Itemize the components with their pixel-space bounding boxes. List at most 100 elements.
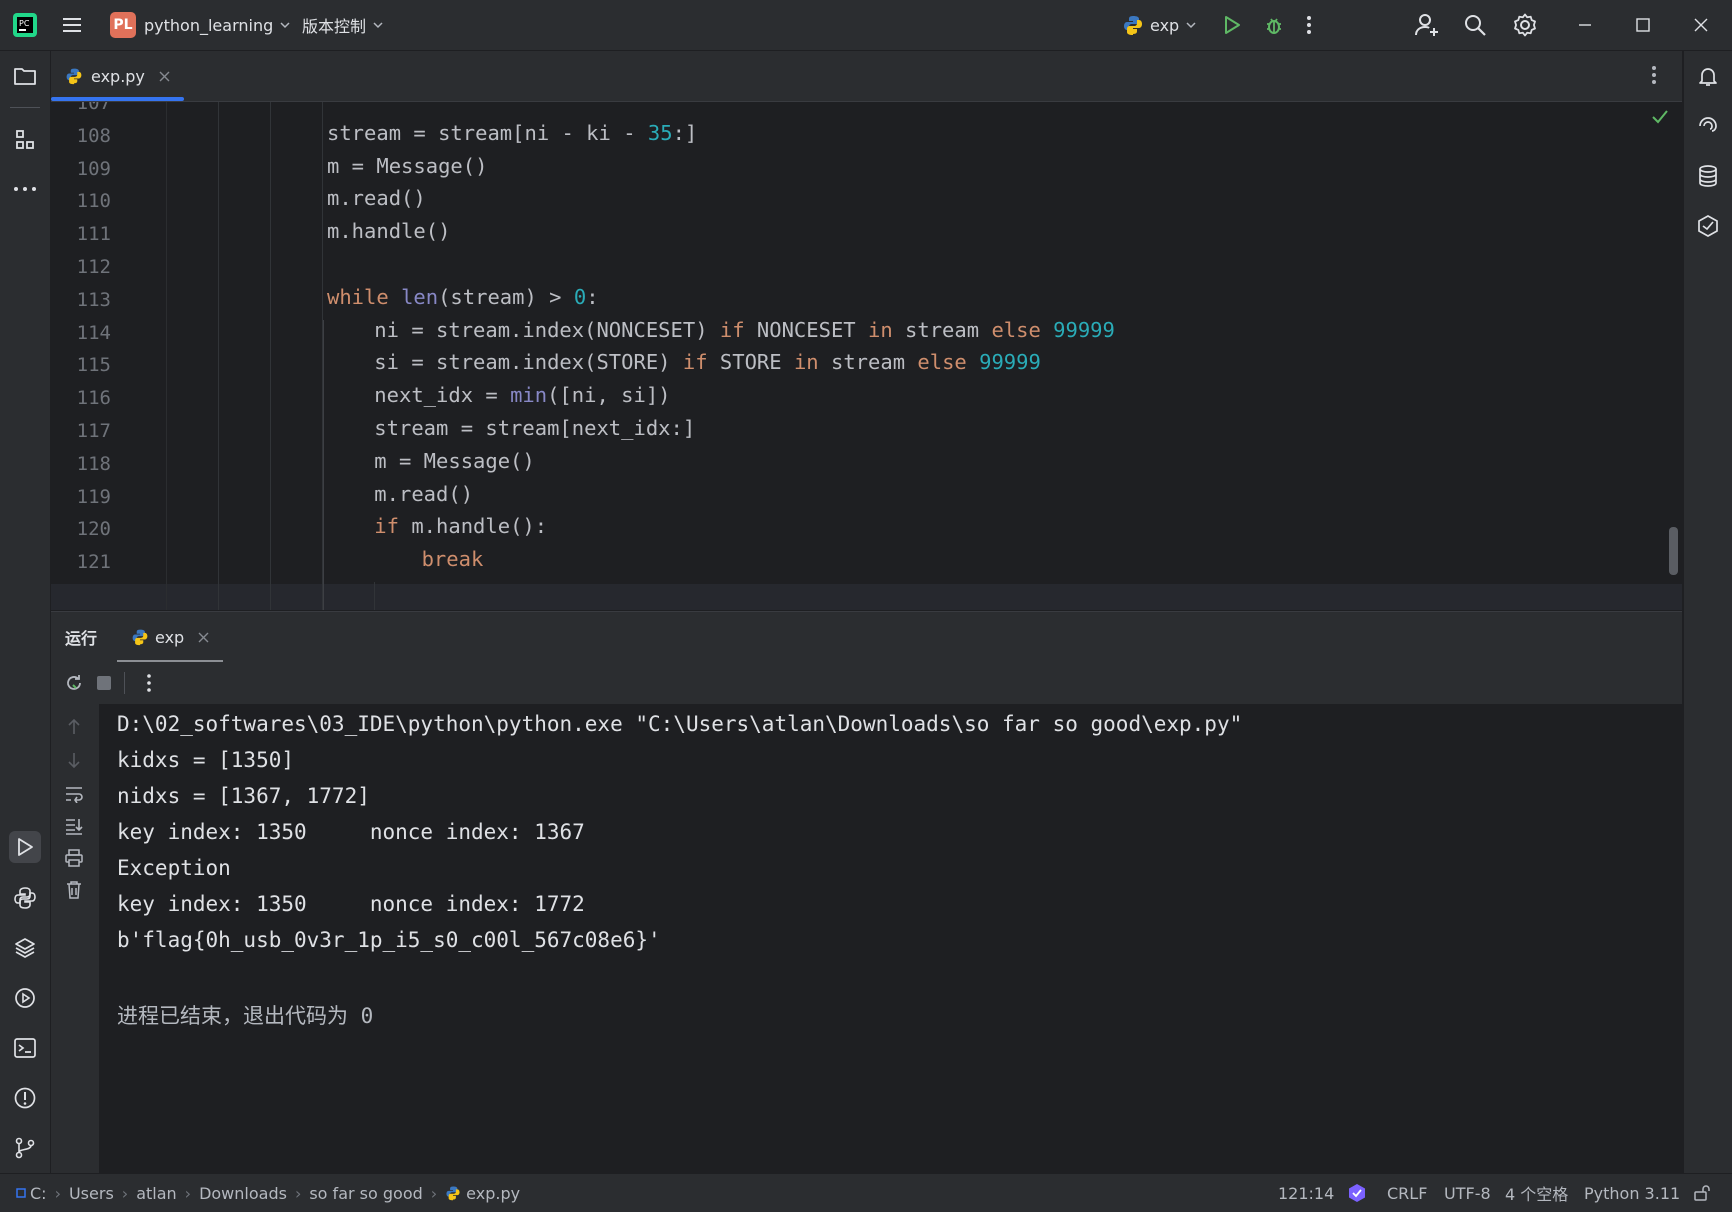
code-line: stream = stream[ni - ki - 35:] [327, 120, 698, 145]
chevron-right-icon: › [54, 1183, 61, 1203]
layers-icon[interactable] [9, 932, 41, 964]
cursor-position[interactable]: 121:14 [1278, 1174, 1334, 1212]
line-number: 117 [76, 420, 111, 442]
right-tool-strip [1683, 51, 1732, 1173]
run-panel-title: 运行 [65, 629, 98, 648]
close-icon[interactable] [1694, 0, 1708, 50]
run-config-name: exp [1150, 15, 1180, 35]
active-tab-indicator [51, 97, 184, 101]
breadcrumb-item[interactable]: exp.py [466, 1184, 520, 1203]
python-file-icon [65, 67, 83, 85]
code-line: if m.handle(): [374, 514, 548, 539]
arrow-up-icon[interactable] [66, 718, 82, 736]
unlock-icon[interactable] [1693, 1174, 1711, 1212]
soft-wrap-icon[interactable] [64, 785, 84, 803]
status-bar: C: › Users › atlan › Downloads › so far … [0, 1173, 1732, 1212]
search-icon[interactable] [1463, 0, 1487, 50]
line-number: 119 [76, 485, 111, 508]
file-encoding[interactable]: UTF-8 [1444, 1174, 1491, 1212]
console-line: kidxs = [1350] [117, 748, 295, 772]
code-editor[interactable]: 107 108 109 110 111 112 113 114 115 116 117 118 119 1… [51, 102, 1682, 610]
chevron-right-icon: › [294, 1183, 302, 1203]
indent-setting[interactable]: 4 个空格 [1505, 1174, 1568, 1212]
line-number: 114 [76, 321, 111, 344]
chevron-down-icon [1185, 19, 1197, 31]
code-line: while len(stream) > 0: [327, 284, 599, 309]
run-icon[interactable] [1221, 0, 1243, 50]
run-panel-header: 运行 exp [51, 611, 1682, 663]
trash-icon[interactable] [65, 880, 83, 900]
maximize-icon[interactable] [1636, 0, 1650, 50]
line-ending[interactable]: CRLF [1387, 1174, 1427, 1212]
arrow-down-icon[interactable] [66, 751, 82, 769]
notifications-icon[interactable] [1692, 60, 1724, 92]
indent-guide [218, 102, 219, 610]
line-number: 112 [76, 256, 111, 278]
code-line: m.read() [327, 186, 426, 211]
file-tab-exp-py[interactable]: exp.py [51, 51, 184, 101]
editor-tab-bar: exp.py [51, 51, 1682, 102]
tab-options-icon[interactable] [1651, 65, 1657, 85]
more-icon[interactable] [146, 673, 152, 693]
git-icon[interactable] [9, 1132, 41, 1164]
breadcrumb-item[interactable]: Downloads [199, 1184, 287, 1203]
chevron-down-icon [372, 19, 384, 31]
breadcrumb-item[interactable]: Users [69, 1184, 114, 1203]
breadcrumb-item[interactable]: so far so good [309, 1184, 422, 1203]
breadcrumb-item[interactable]: C: [30, 1184, 47, 1203]
code-line: m = Message() [374, 448, 535, 473]
console-line: key index: 1350 nonce index: 1367 [117, 820, 585, 844]
ai-assistant-icon[interactable] [1692, 110, 1724, 142]
run-config-selector[interactable]: exp [1122, 0, 1197, 50]
scroll-to-end-icon[interactable] [64, 817, 84, 835]
ai-status-icon[interactable] [1346, 1174, 1368, 1212]
project-badge: PL [110, 12, 136, 38]
add-user-icon[interactable] [1414, 0, 1440, 50]
gutter-border [166, 102, 167, 610]
line-number: 107 [76, 102, 111, 114]
breadcrumb: C: › Users › atlan › Downloads › so far … [16, 1174, 520, 1212]
hamburger-menu-icon[interactable] [60, 0, 84, 50]
inspection-ok-icon[interactable] [1652, 110, 1668, 124]
run-console-output[interactable]: D:\02_softwares\03_IDE\python\python.exe… [99, 704, 1682, 1173]
plugin-icon[interactable] [1692, 210, 1724, 242]
app-logo-icon[interactable]: PC [12, 0, 38, 50]
console-line: b'flag{0h_usb_0v3r_1p_i5_s0_c00l_567c08e… [117, 928, 661, 952]
code-line: m.handle() [327, 219, 451, 244]
stop-icon[interactable] [97, 676, 111, 690]
run-tab-exp[interactable]: exp [117, 612, 224, 663]
project-selector[interactable]: PL python_learning [110, 0, 291, 50]
console-line: nidxs = [1367, 1772] [117, 784, 370, 808]
rerun-icon[interactable] [64, 673, 84, 693]
line-number: 121 [76, 551, 111, 574]
line-number: 110 [76, 190, 111, 213]
structure-icon[interactable] [9, 124, 41, 156]
python-interpreter[interactable]: Python 3.11 [1584, 1174, 1680, 1212]
run-toolbar [51, 662, 1682, 704]
python-console-icon[interactable] [9, 882, 41, 914]
left-tool-strip [0, 51, 51, 1173]
breadcrumb-item[interactable]: atlan [136, 1184, 176, 1203]
more-icon[interactable] [1306, 0, 1312, 50]
project-folder-icon[interactable] [9, 60, 41, 92]
print-icon[interactable] [64, 849, 84, 867]
line-number: 113 [76, 288, 111, 311]
code-line: si = stream.index(STORE) if STORE in str… [374, 350, 1041, 375]
editor-scrollbar-thumb[interactable] [1669, 527, 1678, 575]
more-tools-icon[interactable] [9, 173, 41, 205]
settings-icon[interactable] [1513, 0, 1537, 50]
console-exit-line: 进程已结束，退出代码为 0 [117, 1004, 374, 1028]
close-tab-icon[interactable] [159, 71, 170, 82]
vcs-menu[interactable]: 版本控制 [302, 0, 384, 50]
run-tool-icon[interactable] [9, 831, 41, 863]
terminal-icon[interactable] [9, 1032, 41, 1064]
indent-guide [270, 102, 271, 610]
minimize-icon[interactable] [1578, 0, 1592, 50]
services-icon[interactable] [9, 982, 41, 1014]
debug-icon[interactable] [1263, 0, 1285, 50]
line-number: 116 [76, 387, 111, 410]
chevron-right-icon: › [430, 1183, 438, 1203]
database-icon[interactable] [1692, 160, 1724, 192]
close-tab-icon[interactable] [198, 632, 209, 643]
problems-icon[interactable] [9, 1082, 41, 1114]
